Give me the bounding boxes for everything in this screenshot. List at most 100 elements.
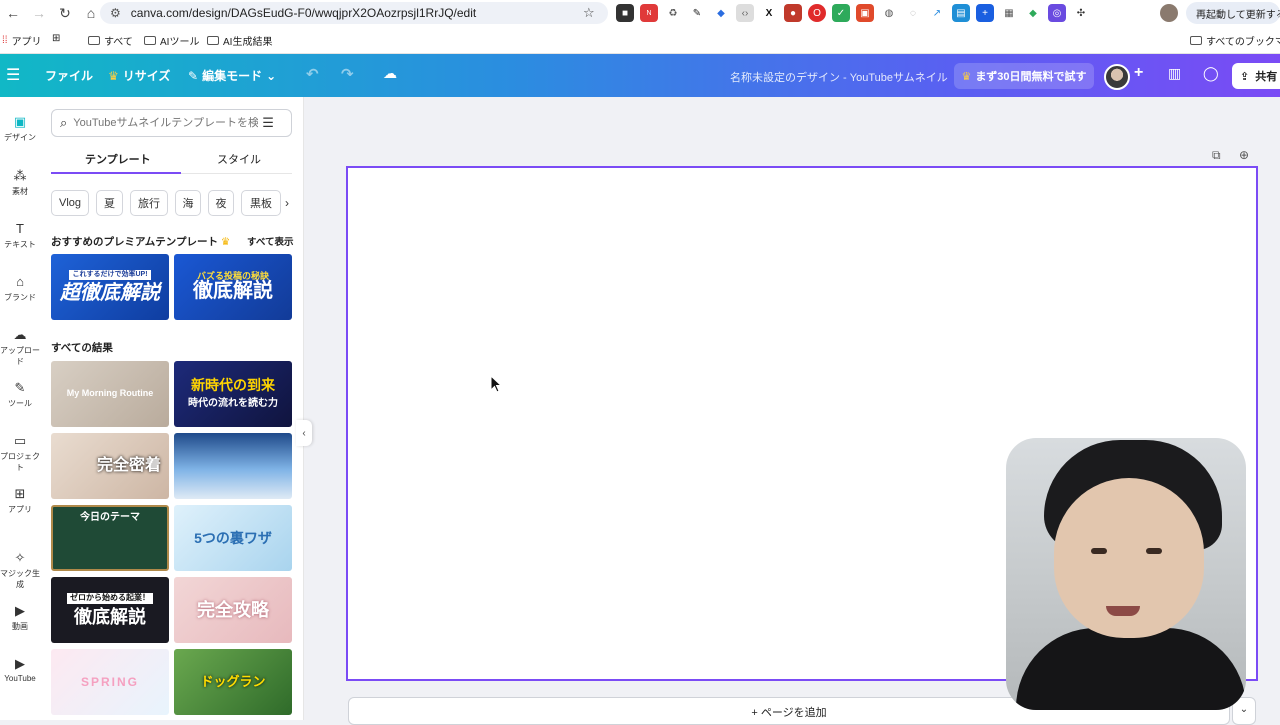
- presenter-eye: [1146, 548, 1162, 554]
- restart-update-button[interactable]: 再起動して更新する: [1186, 2, 1280, 24]
- show-all-link[interactable]: すべて表示: [247, 234, 293, 248]
- template-thumb[interactable]: SPRING: [51, 649, 169, 715]
- avatar[interactable]: [1104, 64, 1130, 90]
- resize-button[interactable]: ♛ リサイズ: [108, 67, 170, 84]
- extension-new-icon[interactable]: N: [640, 4, 658, 22]
- tab-styles[interactable]: スタイル: [217, 151, 261, 167]
- reload-icon[interactable]: ↻: [52, 0, 78, 26]
- search-input[interactable]: [73, 117, 259, 129]
- globe-icon[interactable]: ◍: [880, 4, 898, 22]
- bookmarks-bar: ⁞⁞アプリ ⊞ すべて AIツール AI生成結果 すべてのブックマーク: [0, 26, 1280, 54]
- bookmark-all[interactable]: すべて: [88, 33, 133, 48]
- bookmark-apps[interactable]: ⁞⁞ アプリ: [2, 33, 42, 48]
- bookmark-ai-results[interactable]: AI生成結果: [207, 33, 272, 48]
- chip-vlog[interactable]: Vlog: [51, 190, 89, 216]
- video-icon: ▶: [15, 603, 25, 618]
- address-bar[interactable]: ⚙ canva.com/design/DAGsEudG-F0/wwqjprX2O…: [100, 2, 608, 24]
- bookmark-star-icon[interactable]: ☆: [583, 5, 595, 21]
- tab-active-indicator: [51, 172, 181, 174]
- extension-icon[interactable]: ■: [616, 4, 634, 22]
- chip-night[interactable]: 夜: [208, 190, 234, 216]
- extension-gray-icon[interactable]: ◌: [904, 4, 922, 22]
- profile-avatar[interactable]: [1160, 4, 1178, 22]
- extension-tag-icon[interactable]: ◆: [712, 4, 730, 22]
- chip-blackboard[interactable]: 黒板: [241, 190, 281, 216]
- x-icon[interactable]: X: [760, 4, 778, 22]
- extensions-puzzle-icon[interactable]: ✣: [1072, 4, 1090, 22]
- rail-item-youtube[interactable]: ▶ YouTube: [0, 657, 40, 684]
- bookmark-grid[interactable]: ⊞: [52, 33, 60, 44]
- template-thumb[interactable]: [174, 433, 292, 499]
- extension-recycle-icon[interactable]: ♻: [664, 4, 682, 22]
- extension-badge-icon[interactable]: ●: [784, 4, 802, 22]
- bookmark-all-bookmarks[interactable]: すべてのブックマーク: [1190, 33, 1280, 48]
- chip-travel[interactable]: 旅行: [130, 190, 168, 216]
- rail-item-elements[interactable]: ⁂ 素材: [0, 169, 40, 197]
- rail-item-apps[interactable]: ⊞ アプリ: [0, 487, 40, 515]
- chevron-right-icon[interactable]: ›: [285, 196, 289, 210]
- presenter-mouth: [1106, 606, 1140, 616]
- share-arrow-icon[interactable]: ↗: [928, 4, 946, 22]
- template-thumb[interactable]: ドッグラン: [174, 649, 292, 715]
- template-thumb[interactable]: My Morning Routine: [51, 361, 169, 427]
- template-thumb[interactable]: バズる投稿の秘訣 徹底解説: [174, 254, 292, 320]
- shield-check-icon[interactable]: ✓: [832, 4, 850, 22]
- rail-item-video[interactable]: ▶ 動画: [0, 604, 40, 632]
- template-search[interactable]: ⌕ ☰: [51, 109, 292, 137]
- extension-calc-icon[interactable]: ▦: [1000, 4, 1018, 22]
- back-icon[interactable]: ←: [0, 0, 26, 26]
- forward-icon[interactable]: →: [26, 0, 52, 26]
- template-thumb[interactable]: 完全攻略: [174, 577, 292, 643]
- add-page-icon[interactable]: ⊕: [1239, 148, 1249, 162]
- tab-templates[interactable]: テンプレート: [85, 151, 151, 167]
- chip-summer[interactable]: 夏: [96, 190, 123, 216]
- bookmark-ai-tools[interactable]: AIツール: [144, 33, 199, 48]
- redo-icon[interactable]: ↷: [341, 65, 354, 83]
- undo-icon[interactable]: ↶: [306, 65, 319, 83]
- site-info-icon[interactable]: ⚙: [110, 6, 121, 20]
- opera-icon[interactable]: O: [808, 4, 826, 22]
- collapse-panel-button[interactable]: ‹: [296, 420, 312, 446]
- menu-icon[interactable]: ☰: [6, 65, 20, 85]
- folder-icon: [88, 36, 100, 45]
- template-thumb[interactable]: 完全密着: [51, 433, 169, 499]
- share-button[interactable]: ⇪ 共有: [1232, 63, 1280, 89]
- cloud-saved-icon[interactable]: ☁: [383, 65, 397, 82]
- template-thumb[interactable]: これするだけで効率UP! 超徹底解説: [51, 254, 169, 320]
- mouse-cursor-icon: [490, 375, 503, 393]
- rail-item-text[interactable]: T テキスト: [0, 222, 40, 250]
- extension-blue-icon[interactable]: ▤: [952, 4, 970, 22]
- analytics-icon[interactable]: ▥: [1168, 65, 1181, 82]
- extension-purple-icon[interactable]: ◎: [1048, 4, 1066, 22]
- rail-item-upload[interactable]: ☁ アップロード: [0, 328, 40, 367]
- free-trial-button[interactable]: ♛ まず30日間無料で試す: [954, 63, 1094, 89]
- extension-briefcase-icon[interactable]: ▣: [856, 4, 874, 22]
- rail-item-tools[interactable]: ✎ ツール: [0, 381, 40, 409]
- extension-code-icon[interactable]: ‹›: [736, 4, 754, 22]
- comment-icon[interactable]: ◯: [1203, 65, 1219, 82]
- editor-toolbar: ☰ ファイル ♛ リサイズ ✎ 編集モード ⌄ ↶ ↷ ☁ 名称未設定のデザイン - …: [0, 54, 1280, 97]
- extension-pen-icon[interactable]: ✎: [688, 4, 706, 22]
- side-navigation: ▣ デザイン ⁂ 素材 T テキスト ⌂ ブランド ☁ アップロード ✎ ツール ▭ プロジェ…: [0, 97, 40, 720]
- template-thumb[interactable]: 新時代の到来 時代の流れを読む力: [174, 361, 292, 427]
- template-thumb[interactable]: 5つの裏ワザ: [174, 505, 292, 571]
- template-thumb[interactable]: ゼロから始める起業！ 徹底解説: [51, 577, 169, 643]
- filter-icon[interactable]: ☰: [262, 115, 274, 131]
- presenter-video-overlay: [1006, 438, 1246, 710]
- upload-icon: ⇪: [1240, 70, 1250, 83]
- document-title[interactable]: 名称未設定のデザイン - YouTubeサムネイル: [730, 69, 948, 85]
- extension-diamond-icon[interactable]: ◆: [1024, 4, 1042, 22]
- rail-item-design[interactable]: ▣ デザイン: [0, 115, 40, 143]
- extension-plus-icon[interactable]: +: [976, 4, 994, 22]
- duplicate-page-icon[interactable]: ⧉: [1212, 148, 1221, 163]
- rail-item-magic[interactable]: ✧ マジック生成: [0, 551, 40, 590]
- template-thumb[interactable]: 今日のテーマ: [51, 505, 169, 571]
- chip-sea[interactable]: 海: [175, 190, 201, 216]
- templates-panel: ⌕ ☰ テンプレート スタイル Vlog 夏 旅行 海 夜 黒板 › おすすめの…: [40, 97, 304, 720]
- rail-item-brand[interactable]: ⌂ ブランド: [0, 275, 40, 303]
- edit-mode-dropdown[interactable]: ✎ 編集モード ⌄: [188, 67, 276, 84]
- search-icon: ⌕: [60, 115, 68, 130]
- file-menu[interactable]: ファイル: [45, 67, 93, 84]
- add-collaborator-icon[interactable]: +: [1134, 64, 1143, 82]
- rail-item-projects[interactable]: ▭ プロジェクト: [0, 434, 40, 473]
